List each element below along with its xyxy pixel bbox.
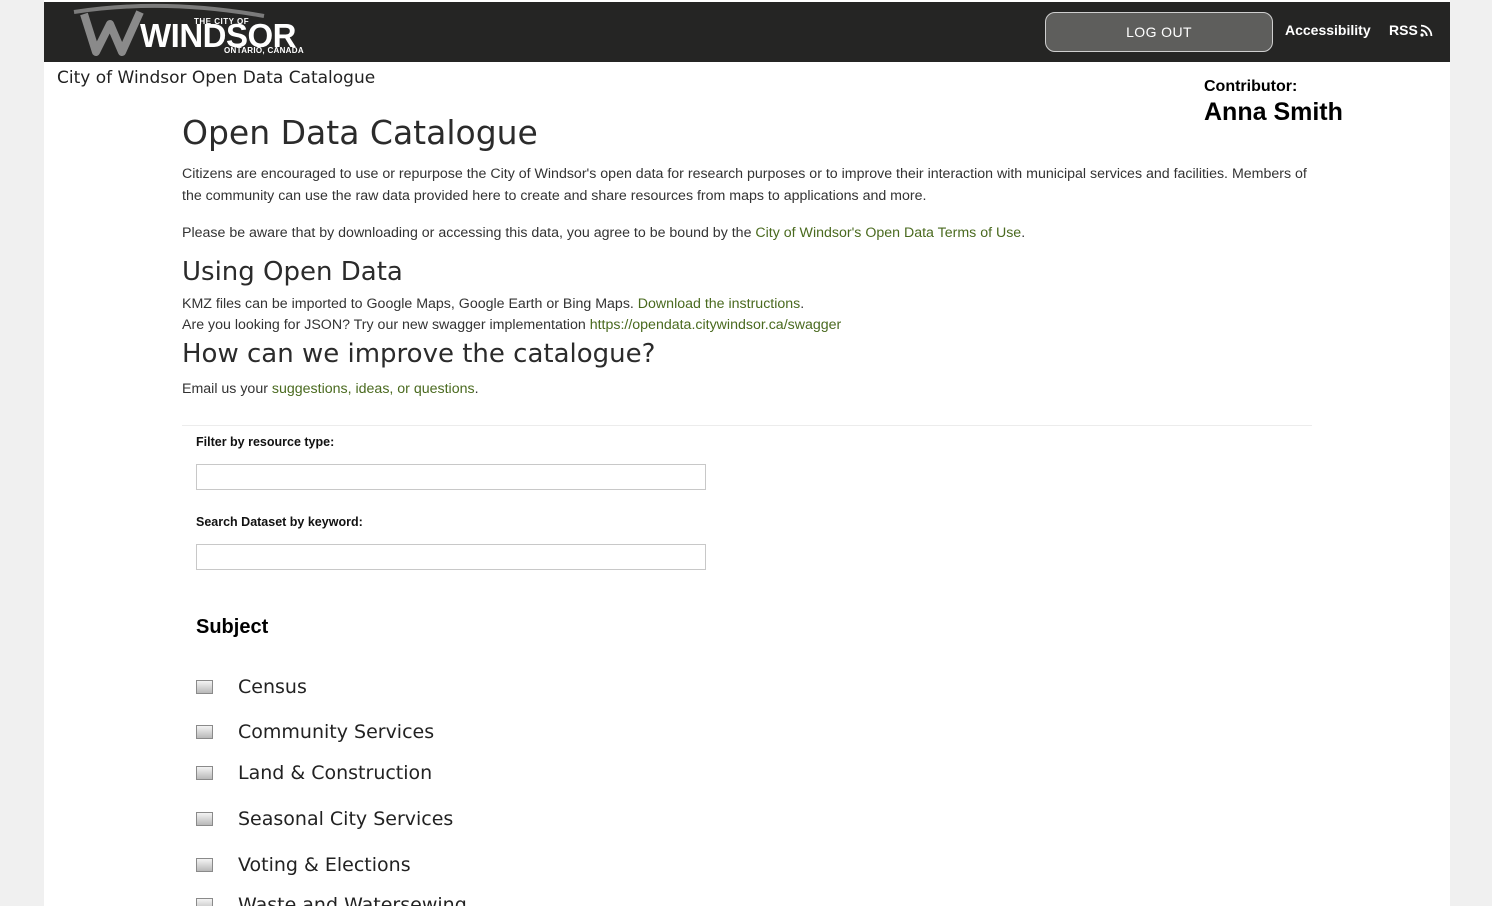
subject-item-voting-elections[interactable]: Voting & Elections [196,853,596,877]
subject-item-land-construction[interactable]: Land & Construction [196,761,596,785]
contributor-label: Contributor: [1204,78,1298,95]
subject-label: Seasonal City Services [238,808,454,830]
logo-sub-text: ONTARIO, CANADA [224,46,304,55]
terms-suffix: . [1021,225,1026,241]
subject-item-census[interactable]: Census [196,675,596,699]
subject-label: Census [238,676,307,698]
email-paragraph: Email us your suggestions, ideas, or que… [182,379,1312,401]
subject-item-community-services[interactable]: Community Services [196,720,596,744]
page: THE CITY OF WINDSOR ONTARIO, CANADA LOG … [44,0,1450,906]
json-text: Are you looking for JSON? Try our new sw… [182,317,590,333]
subject-item-waste-watersewing[interactable]: Waste and Watersewing [196,893,596,906]
kmz-text: KMZ files can be imported to Google Maps… [182,295,638,312]
terms-of-use-link[interactable]: City of Windsor's Open Data Terms of Use [755,225,1021,241]
top-navigation-bar: THE CITY OF WINDSOR ONTARIO, CANADA LOG … [44,2,1450,62]
accessibility-link[interactable]: Accessibility [1285,22,1371,38]
subject-checkbox[interactable] [196,725,213,739]
terms-prefix: Please be aware that by downloading or a… [182,225,756,241]
email-suffix: . [474,380,479,397]
json-line: Are you looking for JSON? Try our new sw… [182,315,1312,337]
email-prefix: Email us your [182,380,272,397]
keyword-search-input[interactable] [196,544,706,570]
subject-heading: Subject [196,616,269,638]
subject-checkbox[interactable] [196,812,213,826]
swagger-link[interactable]: https://opendata.citywindsor.ca/swagger [590,317,842,333]
subject-item-seasonal-city-services[interactable]: Seasonal City Services [196,807,596,831]
page-title: Open Data Catalogue [182,113,538,152]
subject-label: Voting & Elections [238,854,411,876]
intro-paragraph: Citizens are encouraged to use or repurp… [182,166,1307,204]
city-of-windsor-logo[interactable]: THE CITY OF WINDSOR ONTARIO, CANADA [44,2,314,62]
intro-content: Open Data Catalogue Citizens are encoura… [182,112,1312,400]
improve-catalogue-heading: How can we improve the catalogue? [182,338,656,369]
subject-checkbox[interactable] [196,766,213,780]
subject-label: Land & Construction [238,762,433,784]
logout-button[interactable]: LOG OUT [1045,12,1273,52]
site-title: City of Windsor Open Data Catalogue [57,68,376,88]
section-divider [182,425,1312,426]
subject-label: Waste and Watersewing [238,894,467,906]
keyword-search-label: Search Dataset by keyword: [196,515,363,529]
subject-checkbox[interactable] [196,858,213,872]
using-open-data-text: KMZ files can be imported to Google Maps… [182,294,1312,337]
resource-type-filter-input[interactable] [196,464,706,490]
kmz-line: KMZ files can be imported to Google Maps… [182,294,1312,316]
rss-link[interactable]: RSS [1389,22,1433,38]
subject-checkbox[interactable] [196,898,213,906]
terms-paragraph: Please be aware that by downloading or a… [182,223,1312,245]
subject-label: Community Services [238,721,435,743]
subject-checkbox[interactable] [196,680,213,694]
rss-feed-icon [1420,24,1433,37]
suggestions-link[interactable]: suggestions, ideas, or questions [272,381,475,397]
kmz-suffix: . [800,295,805,312]
using-open-data-heading: Using Open Data [182,256,403,287]
rss-label: RSS [1389,22,1418,38]
download-instructions-link[interactable]: Download the instructions [638,296,800,312]
resource-type-label: Filter by resource type: [196,435,335,449]
